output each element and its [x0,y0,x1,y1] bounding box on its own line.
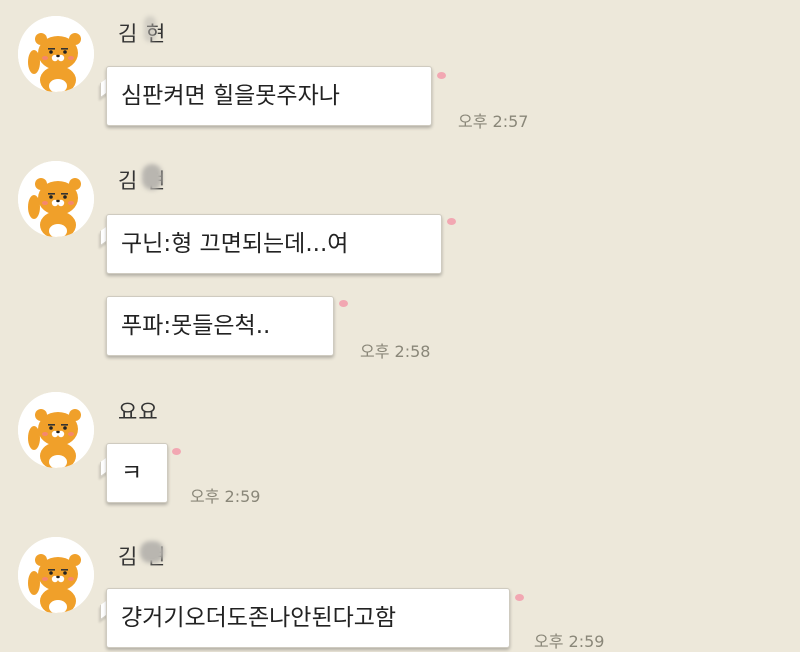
redaction-blur [142,164,162,190]
redaction-blur [144,16,156,42]
message-bubble[interactable]: 구닌:형 끄면되는데...여 [106,214,442,274]
message-text: ㅋ [121,460,143,486]
avatar-icon[interactable] [18,16,94,92]
avatar-icon[interactable] [18,392,94,468]
avatar-icon[interactable] [18,161,94,237]
sender-name: 요요 [118,400,159,424]
message-bubble[interactable]: ㅋ [106,443,168,503]
message-bubble[interactable]: 푸파:못들은척.. [106,296,334,356]
chat-room: 김 현 심판켜면 힐을못주자나 오후 2:57 김 현 [0,0,800,651]
sender-name: 김 현 [118,22,167,46]
bubble-dot [339,300,348,307]
bubble-dot [447,218,456,225]
message-bubble[interactable]: 걍거기오더도존나안된다고함 [106,588,510,648]
message-time: 오후 2:58 [360,342,431,361]
bubble-dot [515,594,524,601]
message-time: 오후 2:57 [458,112,529,131]
message-text: 푸파:못들은척.. [121,313,271,339]
message-time: 오후 2:59 [190,487,261,506]
bubble-dot [172,448,181,455]
message-text: 구닌:형 끄면되는데...여 [121,231,349,257]
message-text: 심판켜면 힐을못주자나 [121,83,340,109]
avatar-icon[interactable] [18,537,94,613]
bubble-dot [437,72,446,79]
message-bubble[interactable]: 심판켜면 힐을못주자나 [106,66,432,126]
message-time: 오후 2:59 [534,632,605,651]
message-text: 걍거기오더도존나안된다고함 [121,605,397,631]
redaction-blur [140,541,164,563]
